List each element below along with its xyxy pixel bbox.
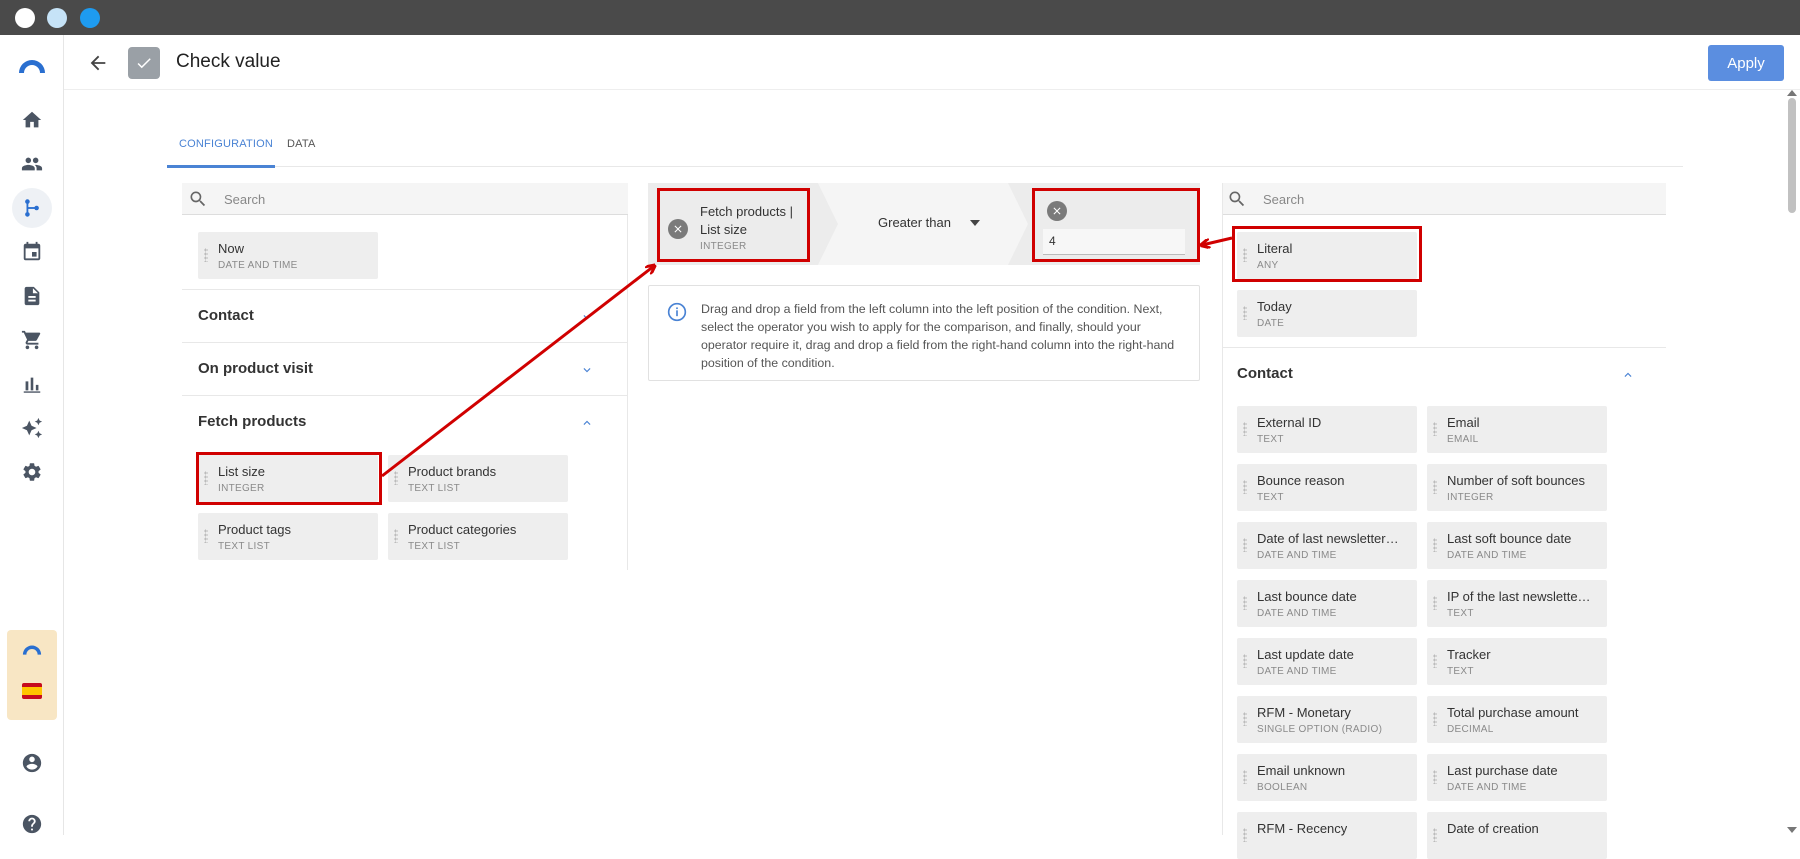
- annotation-arrows: [381, 236, 1233, 478]
- scroll-up-arrow-icon[interactable]: [1787, 90, 1797, 96]
- page-scrollbar[interactable]: [1784, 90, 1800, 835]
- scroll-thumb[interactable]: [1788, 98, 1796, 213]
- arrow-literal-to-right-slot: [1202, 236, 1233, 245]
- arrow-list-size-to-left-slot: [381, 266, 654, 478]
- scroll-down-arrow-icon[interactable]: [1787, 827, 1797, 833]
